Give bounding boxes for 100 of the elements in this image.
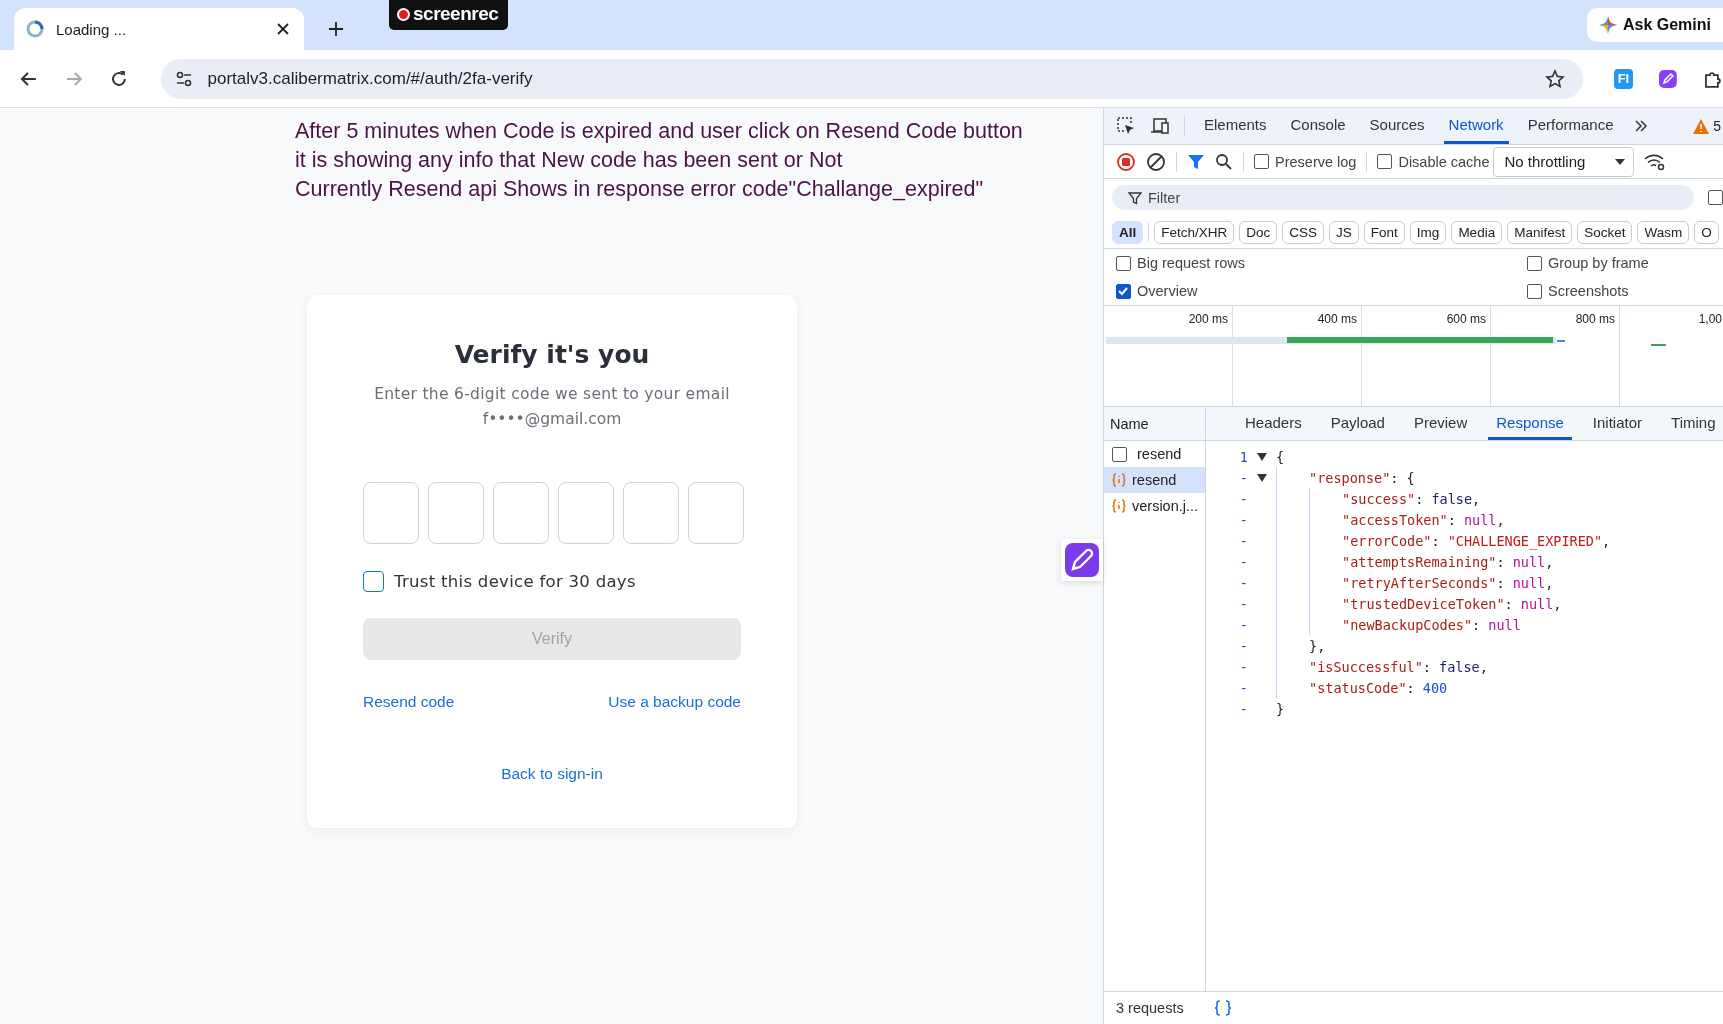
option-checkbox[interactable] <box>1527 283 1542 299</box>
option-label: Group by frame <box>1548 255 1649 271</box>
warning-count[interactable]: 5 <box>1713 118 1721 134</box>
option-label: Overview <box>1137 283 1198 299</box>
pen-extension-icon[interactable] <box>1658 68 1679 89</box>
type-filter-chip[interactable]: O <box>1694 220 1719 244</box>
new-tab-icon[interactable] <box>328 21 344 37</box>
timeline-tick-label: 600 ms <box>1446 312 1486 326</box>
code-digit-field[interactable] <box>363 482 419 544</box>
option-label: Big request rows <box>1137 255 1245 271</box>
warning-icon <box>1693 118 1710 134</box>
throttling-dropdown[interactable]: No throttling <box>1493 146 1635 177</box>
search-icon[interactable] <box>1215 152 1233 171</box>
request-row[interactable]: version.j... <box>1104 493 1205 519</box>
email-text: f••••@gmail.com <box>482 410 622 428</box>
devtools-tab[interactable]: Network <box>1443 108 1509 144</box>
annotation-text: Currently Resend api Shows in response error code"Challange_expired" <box>295 176 985 203</box>
code-digit-field[interactable] <box>428 482 484 544</box>
devtools-tab[interactable]: Performance <box>1522 108 1619 144</box>
record-stop-icon[interactable] <box>1116 151 1136 172</box>
inspect-element-icon[interactable] <box>1116 116 1136 136</box>
code-line: "statusCode": 400 <box>1309 679 1448 696</box>
type-filter-chip[interactable]: All <box>1112 220 1144 244</box>
backup-code-link[interactable]: Use a backup code <box>608 693 741 711</box>
network-conditions-icon[interactable] <box>1644 152 1667 171</box>
line-number: - <box>1238 490 1248 507</box>
devtools-tab[interactable]: Elements <box>1199 108 1272 144</box>
line-number: - <box>1238 532 1248 549</box>
spinner-icon <box>26 20 44 38</box>
address-bar[interactable]: portalv3.calibermatrix.com/#/auth/2fa-verify <box>161 58 1583 99</box>
filter-field[interactable]: Filter <box>1112 185 1694 210</box>
type-filter-chip[interactable]: Doc <box>1239 220 1278 244</box>
option-checkbox[interactable] <box>1527 255 1542 271</box>
browser-tab[interactable]: Loading ... <box>14 8 304 50</box>
more-tabs-icon[interactable] <box>1632 118 1649 134</box>
type-filter-chip[interactable]: Fetch/XHR <box>1154 220 1235 244</box>
filter-icon[interactable] <box>1187 152 1205 171</box>
detail-tab[interactable]: Preview <box>1405 407 1476 440</box>
option-checkbox[interactable] <box>1116 255 1131 271</box>
option-checkbox[interactable] <box>1116 283 1131 299</box>
type-filter-chip[interactable]: CSS <box>1282 220 1325 244</box>
type-filter-chip[interactable]: Socket <box>1577 220 1633 244</box>
pretty-print-icon[interactable] <box>1213 1000 1232 1016</box>
type-filter-chip[interactable]: Manifest <box>1507 220 1573 244</box>
type-filter-chip[interactable]: Media <box>1451 220 1503 244</box>
detail-tab[interactable]: Timing <box>1663 407 1723 440</box>
code-digit-field[interactable] <box>688 482 744 544</box>
devtools-tab[interactable]: Console <box>1285 108 1351 144</box>
request-row[interactable]: resend <box>1104 441 1205 467</box>
line-number: - <box>1238 574 1248 591</box>
preserve-log-checkbox[interactable] <box>1254 154 1269 169</box>
close-icon[interactable] <box>276 22 290 36</box>
line-number: 1 <box>1238 448 1248 465</box>
checkbox[interactable] <box>1708 190 1723 205</box>
line-number: - <box>1238 595 1248 612</box>
clear-icon[interactable] <box>1146 151 1166 172</box>
option-label: Screenshots <box>1548 283 1629 299</box>
type-filter-chip[interactable]: Wasm <box>1637 220 1690 244</box>
code-digit-field[interactable] <box>623 482 679 544</box>
disable-cache-checkbox[interactable] <box>1377 154 1393 169</box>
line-number: - <box>1238 679 1248 696</box>
trust-device-label: Trust this device for 30 days <box>394 572 636 591</box>
devtools-tab[interactable]: Sources <box>1364 108 1430 144</box>
type-filter-chip[interactable]: Img <box>1409 220 1447 244</box>
name-column-header: Name <box>1104 407 1205 441</box>
type-filter-chip[interactable]: JS <box>1329 220 1359 244</box>
floating-pen-button[interactable] <box>1061 539 1103 581</box>
card-title: Verify it's you <box>454 340 650 369</box>
back-to-sign-in-link[interactable]: Back to sign-in <box>501 765 603 782</box>
collapse-triangle-icon[interactable] <box>1257 472 1267 483</box>
detail-tab[interactable]: Response <box>1488 407 1572 440</box>
detail-tab[interactable]: Initiator <box>1584 407 1651 440</box>
line-number: - <box>1238 700 1248 717</box>
sparkle-icon <box>1598 16 1617 34</box>
line-number: - <box>1238 553 1248 570</box>
type-filter-chip[interactable]: Font <box>1363 220 1405 244</box>
code-line: "retryAfterSeconds": null, <box>1342 574 1554 591</box>
code-digit-field[interactable] <box>493 482 549 544</box>
timeline-tick-label: 800 ms <box>1575 312 1615 326</box>
site-settings-icon[interactable] <box>175 69 194 88</box>
code-line: "errorCode": "CHALLENGE_EXPIRED", <box>1342 532 1611 549</box>
code-line: } <box>1276 700 1285 717</box>
request-row[interactable]: resend <box>1104 467 1205 493</box>
code-digit-field[interactable] <box>558 482 614 544</box>
code-line: "trustedDeviceToken": null, <box>1342 595 1562 612</box>
tab-title: Loading ... <box>56 20 128 38</box>
trust-device-checkbox[interactable] <box>363 571 384 592</box>
code-line: { <box>1276 448 1285 465</box>
line-number: - <box>1238 616 1248 633</box>
instruction-text: Enter the 6-digit code we sent to your email <box>374 385 730 403</box>
line-number: - <box>1238 658 1248 675</box>
resend-code-link[interactable]: Resend code <box>363 693 455 711</box>
detail-tab[interactable]: Headers <box>1237 407 1310 440</box>
device-toolbar-icon[interactable] <box>1150 116 1170 136</box>
collapse-triangle-icon[interactable] <box>1257 451 1267 462</box>
code-line: "newBackupCodes": null <box>1342 616 1521 633</box>
ask-gemini-button[interactable]: Ask Gemini <box>1586 8 1723 42</box>
code-line: "attemptsRemaining": null, <box>1342 553 1554 570</box>
bookmark-star-icon[interactable] <box>1544 68 1565 89</box>
detail-tab[interactable]: Payload <box>1322 407 1393 440</box>
